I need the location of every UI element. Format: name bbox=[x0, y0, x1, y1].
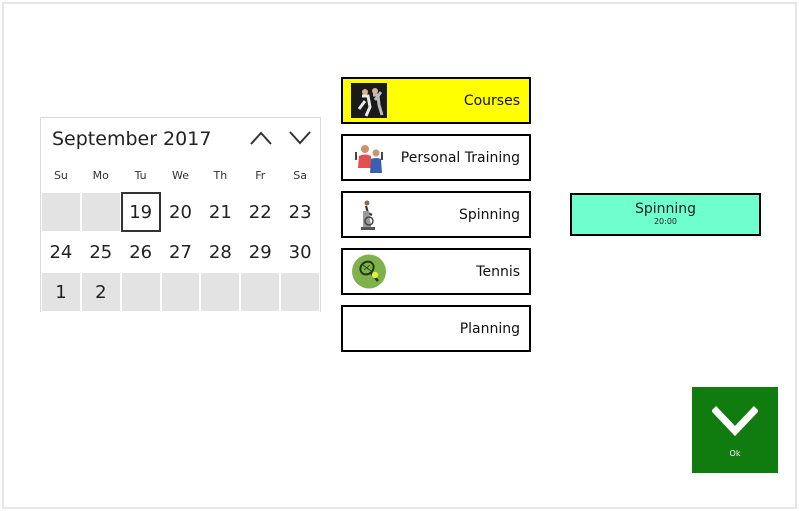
spinning-label: Spinning bbox=[458, 206, 520, 223]
calendar-day[interactable]: 29 bbox=[240, 232, 281, 272]
courses-label: Courses bbox=[463, 92, 520, 109]
calendar-day-empty bbox=[200, 272, 241, 312]
calendar-day-next-month[interactable]: 2 bbox=[80, 272, 121, 312]
calendar-day-empty bbox=[120, 272, 161, 312]
dow-label: Th bbox=[213, 169, 228, 182]
previous-month-button[interactable] bbox=[247, 124, 275, 152]
tennis-icon bbox=[351, 254, 387, 289]
chevron-up-icon bbox=[250, 131, 272, 145]
courses-button[interactable]: Courses bbox=[341, 77, 531, 124]
tennis-button[interactable]: Tennis bbox=[341, 248, 531, 295]
planning-label: Planning bbox=[459, 320, 520, 337]
tennis-label: Tennis bbox=[476, 263, 520, 280]
spinning-button[interactable]: Spinning bbox=[341, 191, 531, 238]
calendar-day[interactable]: 28 bbox=[200, 232, 241, 272]
calendar-day-empty bbox=[240, 272, 281, 312]
calendar-day[interactable]: 26 bbox=[120, 232, 161, 272]
calendar-day[interactable]: 24 bbox=[41, 232, 81, 272]
calendar-header: September 2017 bbox=[41, 118, 320, 162]
calendar-week: 24 25 26 27 28 29 30 bbox=[41, 232, 321, 272]
personal-training-label: Personal Training bbox=[400, 149, 520, 166]
calendar-month-title[interactable]: September 2017 bbox=[52, 128, 211, 150]
dow-label: Tu bbox=[134, 169, 147, 182]
ok-label: Ok bbox=[729, 449, 741, 458]
calendar-day[interactable]: 21 bbox=[200, 192, 241, 232]
calendar-day-next-month[interactable]: 1 bbox=[41, 272, 81, 312]
chevron-down-icon bbox=[712, 406, 758, 437]
calendar: September 2017 Su Mo Tu We Th Fr Sa 19 2… bbox=[40, 117, 321, 312]
spinning-session-slot[interactable]: Spinning 20:00 bbox=[570, 193, 761, 236]
personal-training-photo-icon bbox=[351, 140, 387, 175]
next-month-button[interactable] bbox=[286, 124, 314, 152]
dow-label: Fr bbox=[255, 169, 266, 182]
calendar-grid: 19 20 21 22 23 24 25 26 27 28 29 30 1 2 bbox=[41, 192, 321, 312]
calendar-day-empty bbox=[41, 192, 81, 232]
ok-button[interactable]: Ok bbox=[692, 387, 778, 473]
calendar-day-empty bbox=[80, 192, 121, 232]
calendar-day[interactable]: 30 bbox=[280, 232, 321, 272]
calendar-day[interactable]: 22 bbox=[240, 192, 281, 232]
spinning-bike-photo-icon bbox=[351, 197, 387, 232]
calendar-week: 1 2 bbox=[41, 272, 321, 312]
calendar-day-empty bbox=[280, 272, 321, 312]
dow-label: Su bbox=[53, 169, 68, 182]
courses-photo-icon bbox=[351, 83, 387, 118]
calendar-day[interactable]: 27 bbox=[160, 232, 201, 272]
calendar-day[interactable]: 20 bbox=[160, 192, 201, 232]
calendar-day[interactable]: 23 bbox=[280, 192, 321, 232]
calendar-day-empty bbox=[160, 272, 201, 312]
days-of-week-row: Su Mo Tu We Th Fr Sa bbox=[41, 164, 320, 188]
personal-training-button[interactable]: Personal Training bbox=[341, 134, 531, 181]
calendar-day-today[interactable]: 19 bbox=[120, 192, 161, 232]
dow-label: Mo bbox=[92, 169, 109, 182]
dow-label: We bbox=[172, 169, 189, 182]
slot-title: Spinning bbox=[634, 201, 697, 217]
chevron-down-icon bbox=[289, 131, 311, 145]
slot-time: 20:00 bbox=[653, 217, 678, 226]
calendar-day[interactable]: 25 bbox=[80, 232, 121, 272]
planning-button[interactable]: Planning bbox=[341, 305, 531, 352]
calendar-week: 19 20 21 22 23 bbox=[41, 192, 321, 232]
dow-label: Sa bbox=[293, 169, 307, 182]
